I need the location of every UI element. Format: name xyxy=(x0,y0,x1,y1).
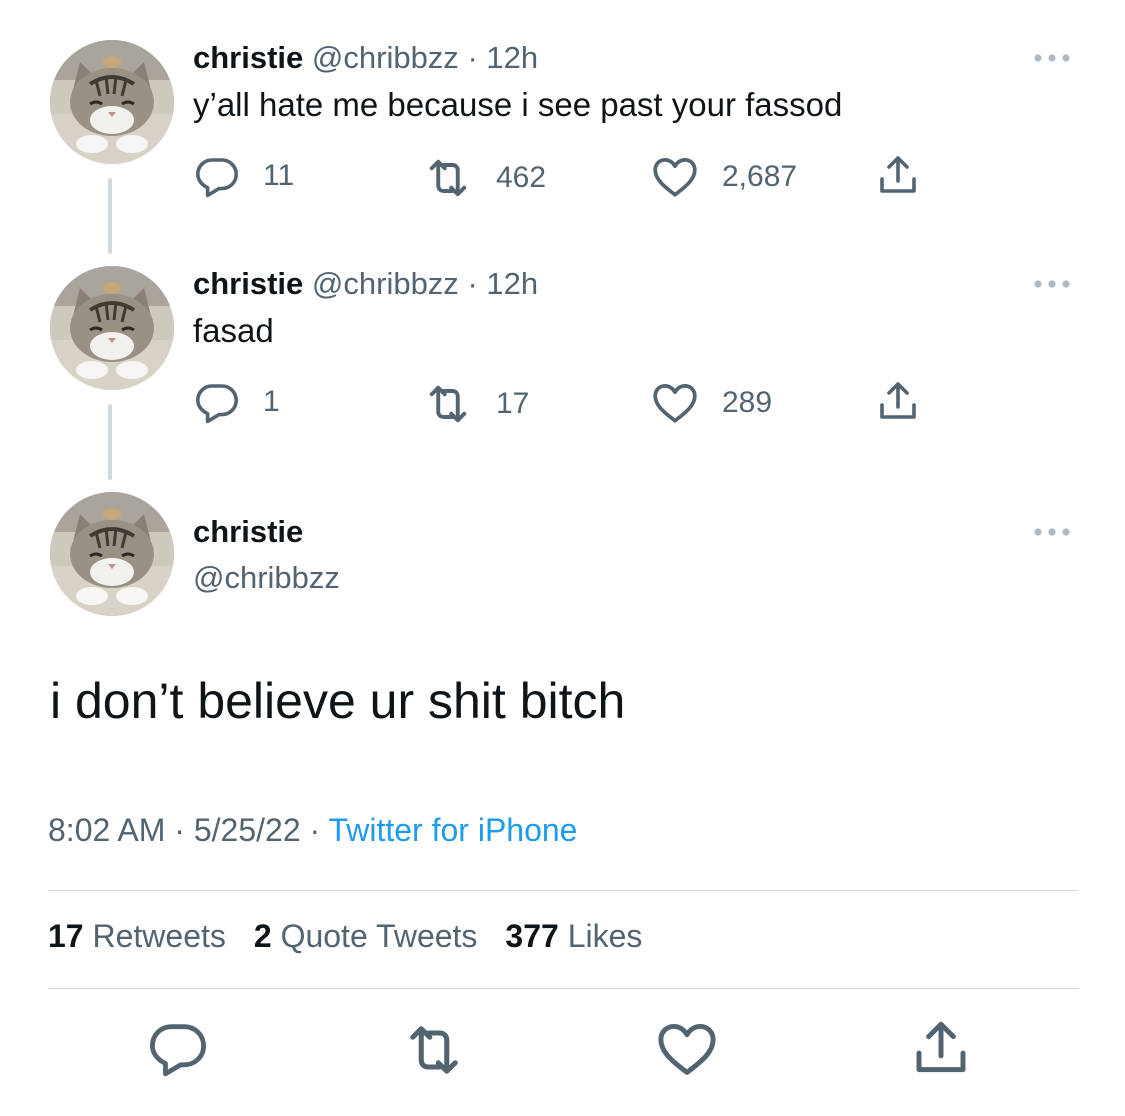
tweet-header: christie @chribbzz · 12h xyxy=(193,266,538,302)
reply-count: 1 xyxy=(263,385,280,418)
tweet-date[interactable]: 5/25/22 xyxy=(194,812,301,848)
share-icon xyxy=(908,1016,974,1082)
retweet-button[interactable] xyxy=(400,1016,468,1089)
author-handle[interactable]: @chribbzz xyxy=(312,40,459,75)
heart-icon xyxy=(650,378,700,428)
heart-icon xyxy=(654,1016,720,1082)
reply-button[interactable]: 1 xyxy=(193,378,280,426)
author-name[interactable]: christie xyxy=(193,40,303,75)
author-handle[interactable]: @chribbzz xyxy=(193,560,340,596)
retweet-count: 17 xyxy=(496,387,530,420)
like-count: 2,687 xyxy=(722,160,798,193)
more-icon[interactable] xyxy=(1030,522,1074,542)
meta-separator: · xyxy=(467,266,478,301)
share-button[interactable] xyxy=(874,152,922,200)
meta-separator: · xyxy=(467,40,478,75)
tweet-timestamp: 8:02 AM · 5/25/22 · Twitter for iPhone xyxy=(48,812,577,849)
author-name[interactable]: christie xyxy=(193,514,303,550)
retweet-icon xyxy=(422,378,474,430)
tweet-time[interactable]: 12h xyxy=(486,40,538,75)
heart-icon xyxy=(650,152,700,202)
main-tweet-text: i don’t believe ur shit bitch xyxy=(50,673,626,729)
meta-separator: · xyxy=(174,812,185,848)
divider xyxy=(48,890,1078,891)
retweets-stat[interactable]: 17 Retweets xyxy=(48,918,226,955)
tweet-time[interactable]: 12h xyxy=(486,266,538,301)
tweet-text: y’all hate me because i see past your fa… xyxy=(193,86,843,123)
more-icon[interactable] xyxy=(1030,48,1074,68)
tweet-time[interactable]: 8:02 AM xyxy=(48,812,165,848)
divider xyxy=(48,988,1078,989)
retweet-count: 462 xyxy=(496,161,547,194)
source-link[interactable]: Twitter for iPhone xyxy=(328,812,577,848)
retweet-button[interactable]: 462 xyxy=(422,152,546,204)
reply-icon xyxy=(193,152,241,200)
tweet-text: fasad xyxy=(193,312,274,349)
author-handle[interactable]: @chribbzz xyxy=(312,266,459,301)
retweet-icon xyxy=(422,152,474,204)
like-button[interactable] xyxy=(654,1016,720,1087)
quote-tweets-stat[interactable]: 2 Quote Tweets xyxy=(254,918,478,955)
avatar[interactable] xyxy=(50,40,174,164)
reply-button[interactable]: 11 xyxy=(193,152,294,200)
thread-connector xyxy=(108,404,112,480)
engagement-stats: 17 Retweets 2 Quote Tweets 377 Likes xyxy=(48,918,642,955)
reply-count: 11 xyxy=(263,159,295,192)
tweet-header: christie @chribbzz · 12h xyxy=(193,40,538,76)
author-name[interactable]: christie xyxy=(193,266,303,301)
meta-separator: · xyxy=(309,812,321,848)
share-button[interactable] xyxy=(874,378,922,426)
thread-connector xyxy=(108,178,112,254)
more-icon[interactable] xyxy=(1030,274,1074,294)
avatar[interactable] xyxy=(50,266,174,390)
reply-icon xyxy=(193,378,241,426)
likes-stat[interactable]: 377 Likes xyxy=(505,918,642,955)
retweet-button[interactable]: 17 xyxy=(422,378,529,430)
share-button[interactable] xyxy=(908,1016,974,1087)
reply-button[interactable] xyxy=(146,1016,210,1085)
retweet-icon xyxy=(400,1016,468,1084)
share-icon xyxy=(874,152,922,200)
like-count: 289 xyxy=(722,386,773,419)
like-button[interactable]: 2,687 xyxy=(650,152,797,202)
like-button[interactable]: 289 xyxy=(650,378,772,428)
reply-icon xyxy=(146,1016,210,1080)
avatar[interactable] xyxy=(50,492,174,616)
share-icon xyxy=(874,378,922,426)
